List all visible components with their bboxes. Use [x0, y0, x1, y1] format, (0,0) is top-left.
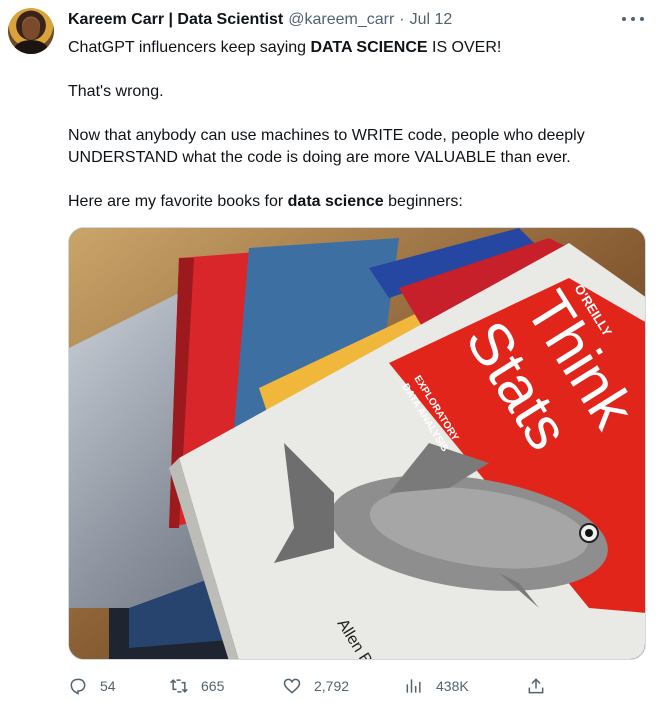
retweet-icon	[170, 679, 188, 693]
reply-button[interactable]: 54	[68, 674, 116, 698]
tweet-text: ChatGPT influencers keep saying DATA SCI…	[68, 37, 648, 213]
action-bar: 54 665 2,792 438K	[68, 674, 548, 698]
retweet-button[interactable]: 665	[169, 674, 224, 698]
reply-count: 54	[100, 678, 116, 694]
tweet-photo[interactable]: O'REILLY Think Stats EXPLORATORY DATA AN…	[68, 227, 646, 660]
more-options-icon[interactable]	[622, 12, 644, 26]
separator-dot: ·	[399, 11, 405, 28]
views-count: 438K	[436, 678, 469, 694]
tweet-line-3: Now that anybody can use machines to WRI…	[68, 127, 585, 166]
avatar[interactable]	[8, 8, 54, 54]
views-button[interactable]: 438K	[404, 674, 469, 698]
like-button[interactable]: 2,792	[282, 674, 349, 698]
avatar-face	[22, 18, 40, 40]
share-button[interactable]	[526, 674, 546, 698]
tweet-date[interactable]: Jul 12	[410, 11, 453, 29]
tweet-line-4: Here are my favorite books for data scie…	[68, 193, 463, 210]
author-name[interactable]: Kareem Carr | Data Scientist	[68, 11, 283, 29]
books-photo: O'REILLY Think Stats EXPLORATORY DATA AN…	[69, 228, 645, 659]
like-count: 2,792	[314, 678, 350, 694]
retweet-count: 665	[201, 678, 225, 694]
heart-icon	[283, 678, 301, 694]
avatar-shirt	[14, 40, 48, 54]
author-handle[interactable]: @kareem_carr	[288, 11, 394, 29]
tweet: Kareem Carr | Data Scientist @kareem_car…	[0, 0, 659, 710]
share-icon	[528, 678, 544, 694]
tweet-line-2: That's wrong.	[68, 83, 164, 100]
tweet-line-1: ChatGPT influencers keep saying DATA SCI…	[68, 39, 502, 56]
views-icon	[406, 679, 421, 693]
tweet-header: Kareem Carr | Data Scientist @kareem_car…	[68, 9, 452, 31]
reply-icon	[70, 678, 86, 695]
